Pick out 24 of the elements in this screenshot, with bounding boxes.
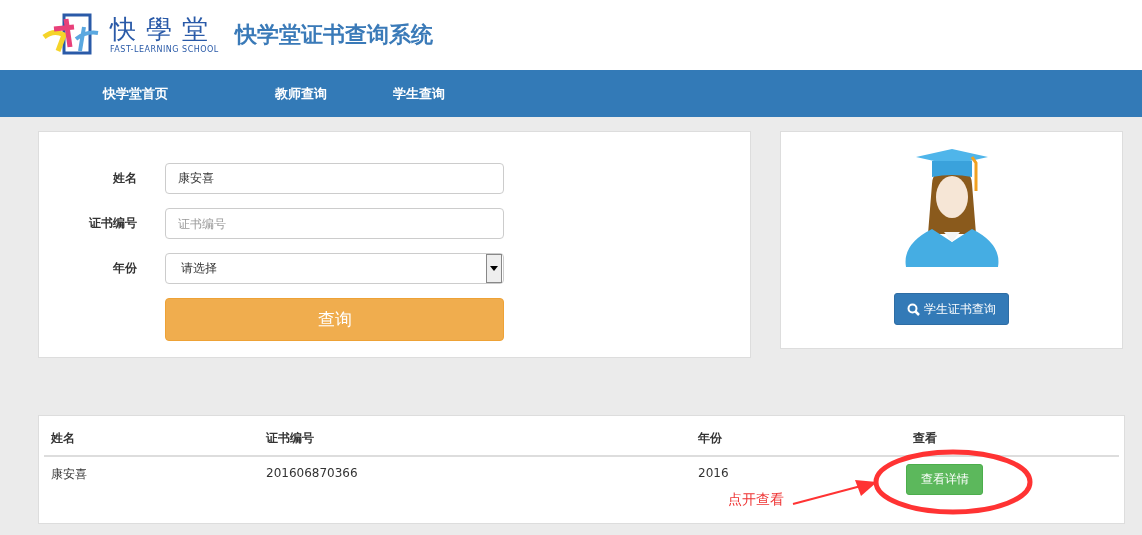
table-cell: 2016 [698,466,729,480]
nav-link[interactable]: 教师查询 [275,84,393,103]
column-header: 证书编号 [259,420,691,457]
column-header: 年份 [691,420,906,457]
nav-link[interactable]: 快学堂首页 [103,84,275,103]
nav-link[interactable]: 学生查询 [393,84,493,103]
year-select[interactable]: 请选择 [165,253,504,284]
column-header: 查看 [906,420,1119,457]
field-label: 年份 [112,260,137,277]
site-title: 快学堂证书查询系统 [234,21,433,49]
table-cell: 康安喜 [51,466,87,483]
input-field[interactable]: 证书编号 [165,208,504,239]
logo-name: 快學堂 [110,16,219,42]
annotation-text: 点开查看 [728,491,784,509]
search-icon [907,302,920,316]
logo-subtitle: FAST-LEARNING SCHOOL [110,45,219,54]
student-certificate-search-button[interactable]: 学生证书查询 [894,293,1009,325]
caret-icon [486,254,502,283]
field-label: 证书编号 [88,215,137,232]
view-details-button[interactable]: 查看详情 [906,464,983,495]
field-label: 姓名 [112,170,137,187]
table-cell: 201606870366 [266,466,358,480]
column-header: 姓名 [44,420,259,457]
input-field[interactable]: 康安喜 [165,163,504,194]
